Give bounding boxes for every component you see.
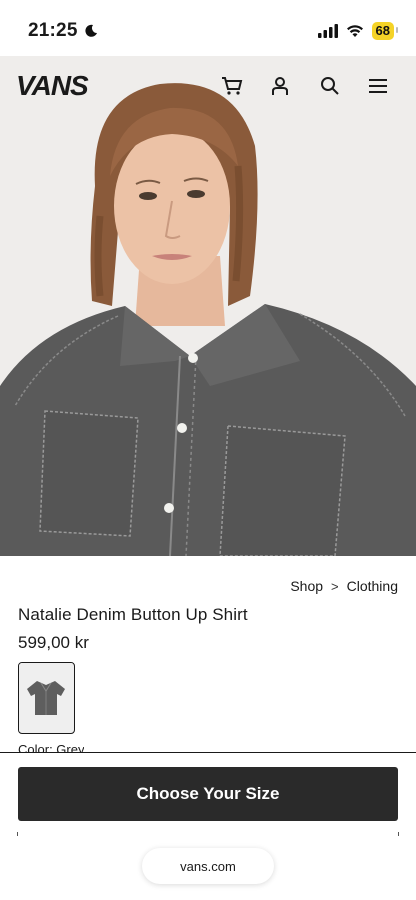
cart-icon[interactable]	[220, 74, 244, 98]
breadcrumb-separator: >	[331, 578, 339, 594]
choose-size-button[interactable]: Choose Your Size	[18, 767, 398, 821]
signal-icon	[317, 24, 338, 38]
search-icon[interactable]	[318, 74, 342, 98]
product-price: 599,00 kr	[18, 633, 89, 652]
color-swatch-grey[interactable]	[18, 662, 75, 734]
vans-logo[interactable]: VANS	[16, 70, 89, 102]
wifi-icon	[346, 25, 363, 37]
divider-tick-right	[398, 832, 399, 836]
clock-text: 21:25	[28, 20, 78, 41]
product-hero-image[interactable]	[0, 56, 416, 556]
divider-tick-left	[17, 832, 18, 836]
status-time: 21:25	[28, 20, 98, 42]
moon-icon	[85, 24, 97, 37]
breadcrumb-shop[interactable]: Shop	[290, 578, 323, 594]
site-header: VANS	[0, 56, 416, 116]
status-indicators: 68	[317, 22, 399, 40]
browser-url-bar[interactable]: vans.com	[142, 848, 274, 884]
breadcrumb: Shop > Clothing	[290, 578, 398, 594]
battery-icon: 68	[371, 22, 399, 40]
breadcrumb-clothing[interactable]: Clothing	[347, 578, 398, 594]
status-bar: 21:25 68	[0, 0, 416, 56]
account-icon[interactable]	[268, 74, 292, 98]
product-title: Natalie Denim Button Up Shirt	[18, 605, 248, 624]
menu-icon[interactable]	[366, 74, 390, 98]
